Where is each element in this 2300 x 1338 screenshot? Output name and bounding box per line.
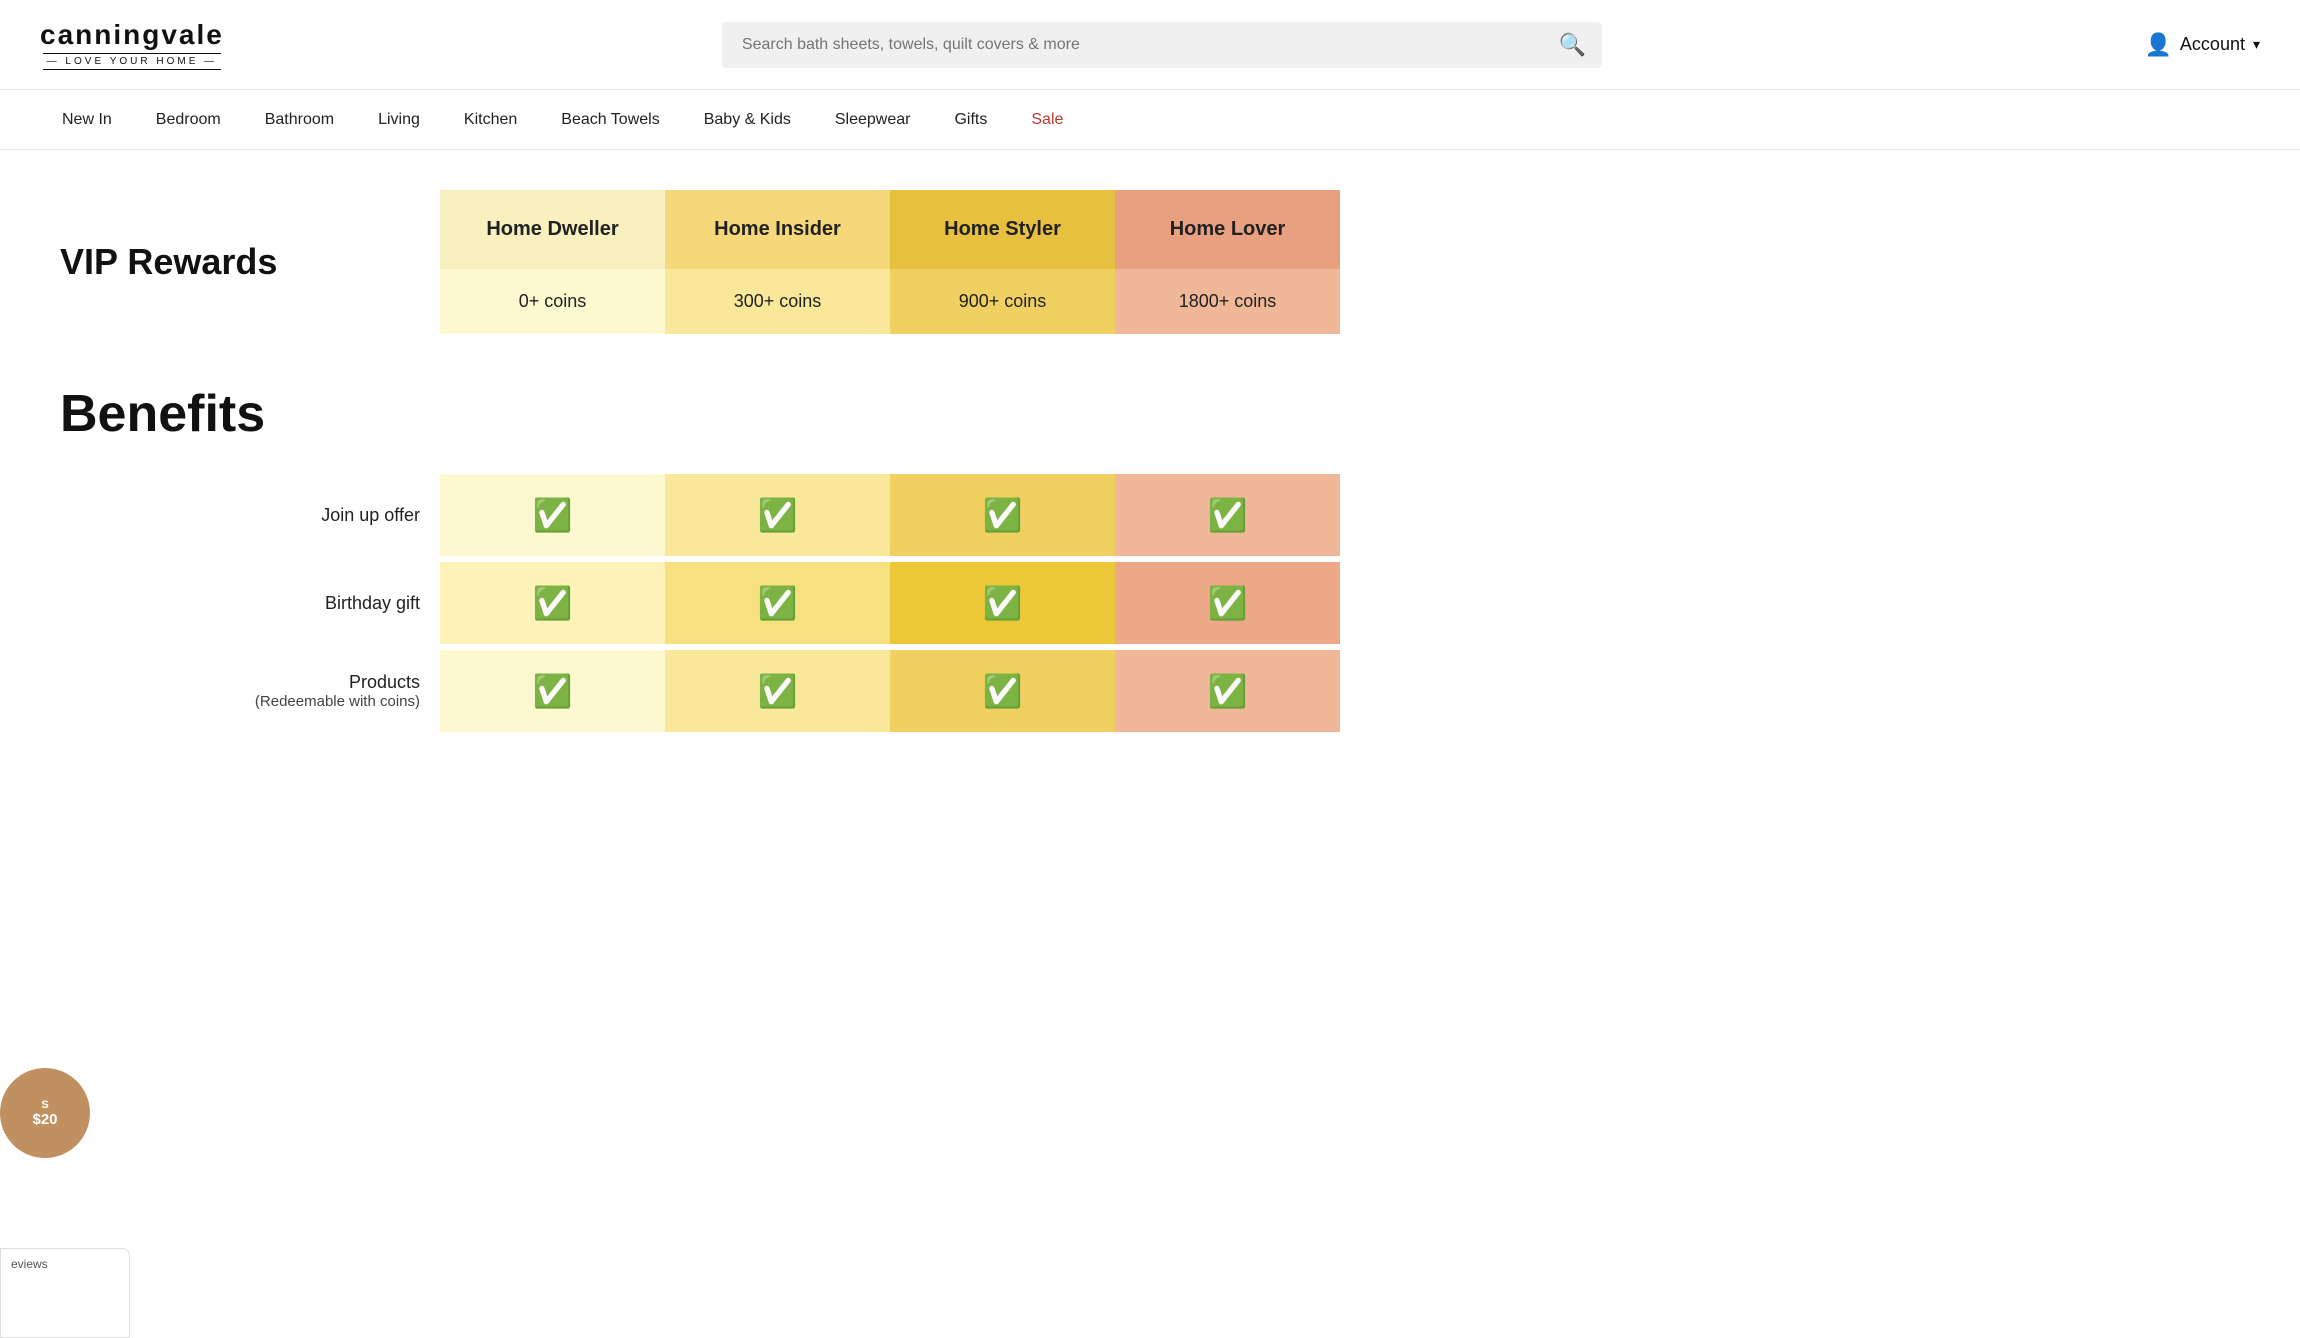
nav-item-sale[interactable]: Sale	[1009, 90, 1085, 150]
check-icon: ✅	[1208, 496, 1248, 534]
benefit-label-birthday: Birthday gift	[60, 562, 440, 644]
check-icon: ✅	[983, 672, 1023, 710]
logo-name: canningvale	[40, 19, 224, 51]
check-icon: ✅	[1208, 672, 1248, 710]
logo-tagline: — LOVE YOUR HOME —	[43, 53, 222, 70]
benefit-cell-3-1: ✅	[440, 650, 665, 732]
tier-4-coins: 1800+ coins	[1115, 269, 1340, 334]
benefit-row-join-up: Join up offer ✅ ✅ ✅ ✅	[60, 474, 1340, 556]
benefit-cell-2-4: ✅	[1115, 562, 1340, 644]
tier-header-row: Home Dweller Home Insider Home Styler Ho…	[440, 190, 1340, 269]
logo[interactable]: canningvale — LOVE YOUR HOME —	[40, 19, 224, 70]
nav-item-bathroom[interactable]: Bathroom	[243, 90, 356, 150]
benefit-cell-3-3: ✅	[890, 650, 1115, 732]
floating-reward-badge[interactable]: S $20	[0, 1068, 90, 1158]
search-icon: 🔍	[1559, 32, 1586, 57]
benefit-label-join-up: Join up offer	[60, 474, 440, 556]
tier-3-header: Home Styler	[890, 190, 1115, 269]
tier-3-coins: 900+ coins	[890, 269, 1115, 334]
account-label: Account	[2180, 34, 2245, 55]
benefit-cells-join-up: ✅ ✅ ✅ ✅	[440, 474, 1340, 556]
nav-item-baby-kids[interactable]: Baby & Kids	[682, 90, 813, 150]
benefit-cells-birthday: ✅ ✅ ✅ ✅	[440, 562, 1340, 644]
check-icon: ✅	[983, 584, 1023, 622]
vip-rewards-section: VIP Rewards Home Dweller Home Insider Ho…	[60, 190, 1340, 334]
tier-4-header: Home Lover	[1115, 190, 1340, 269]
nav-item-new-in[interactable]: New In	[40, 90, 134, 150]
main-content: VIP Rewards Home Dweller Home Insider Ho…	[0, 150, 1400, 778]
check-icon: ✅	[533, 496, 573, 534]
check-icon: ✅	[533, 672, 573, 710]
check-icon: ✅	[758, 496, 798, 534]
site-header: canningvale — LOVE YOUR HOME — 🔍 👤 Accou…	[0, 0, 2300, 90]
benefits-title: Benefits	[60, 384, 1340, 444]
tier-2-coins: 300+ coins	[665, 269, 890, 334]
benefit-cells-products: ✅ ✅ ✅ ✅	[440, 650, 1340, 732]
review-card[interactable]: eviews	[0, 1248, 130, 1338]
badge-amount: $20	[32, 1111, 57, 1128]
tier-1-coins: 0+ coins	[440, 269, 665, 334]
chevron-down-icon: ▾	[2253, 36, 2260, 53]
benefits-section: Benefits Join up offer ✅ ✅ ✅	[60, 384, 1340, 732]
nav-item-gifts[interactable]: Gifts	[932, 90, 1009, 150]
search-bar: 🔍	[722, 22, 1602, 68]
nav-item-beach-towels[interactable]: Beach Towels	[539, 90, 681, 150]
benefits-table: Join up offer ✅ ✅ ✅ ✅	[60, 474, 1340, 732]
account-icon: 👤	[2145, 32, 2172, 58]
benefit-cell-1-1: ✅	[440, 474, 665, 556]
benefit-cell-1-4: ✅	[1115, 474, 1340, 556]
check-icon: ✅	[758, 584, 798, 622]
nav-item-kitchen[interactable]: Kitchen	[442, 90, 539, 150]
tier-2-header: Home Insider	[665, 190, 890, 269]
check-icon: ✅	[983, 496, 1023, 534]
benefit-cell-2-3: ✅	[890, 562, 1115, 644]
tier-coins-row: 0+ coins 300+ coins 900+ coins 1800+ coi…	[440, 269, 1340, 334]
benefit-cell-2-1: ✅	[440, 562, 665, 644]
nav-item-bedroom[interactable]: Bedroom	[134, 90, 243, 150]
check-icon: ✅	[533, 584, 573, 622]
nav-item-living[interactable]: Living	[356, 90, 442, 150]
tier-1-header: Home Dweller	[440, 190, 665, 269]
benefit-cell-1-2: ✅	[665, 474, 890, 556]
vip-rewards-title: VIP Rewards	[60, 190, 440, 334]
nav-item-sleepwear[interactable]: Sleepwear	[813, 90, 933, 150]
vip-tiers-table: Home Dweller Home Insider Home Styler Ho…	[440, 190, 1340, 334]
badge-text: S	[41, 1099, 48, 1111]
benefit-cell-2-2: ✅	[665, 562, 890, 644]
check-icon: ✅	[758, 672, 798, 710]
review-text: eviews	[11, 1257, 48, 1271]
benefit-cell-3-4: ✅	[1115, 650, 1340, 732]
benefit-row-products: Products (Redeemable with coins) ✅ ✅ ✅ ✅	[60, 650, 1340, 732]
search-input[interactable]	[722, 22, 1602, 68]
benefit-label-products: Products (Redeemable with coins)	[60, 650, 440, 732]
account-menu[interactable]: 👤 Account ▾	[2100, 32, 2260, 58]
benefit-row-birthday: Birthday gift ✅ ✅ ✅ ✅	[60, 562, 1340, 644]
benefit-cell-1-3: ✅	[890, 474, 1115, 556]
search-button[interactable]: 🔍	[1559, 32, 1586, 58]
check-icon: ✅	[1208, 584, 1248, 622]
benefit-cell-3-2: ✅	[665, 650, 890, 732]
main-nav: New In Bedroom Bathroom Living Kitchen B…	[0, 90, 2300, 150]
